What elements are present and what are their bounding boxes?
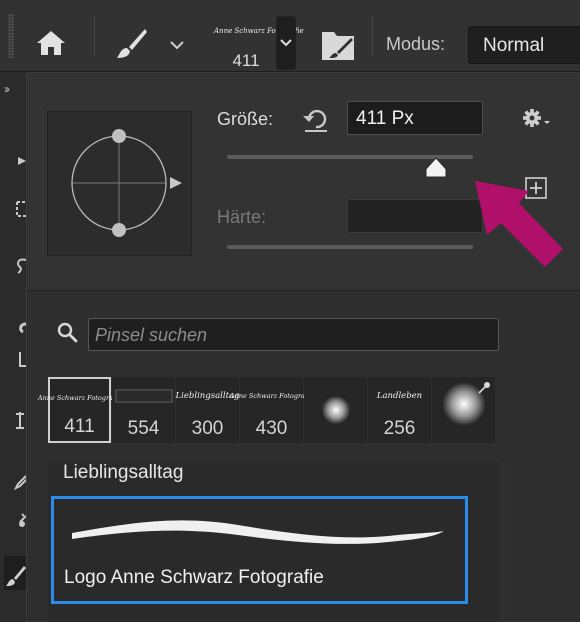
options-bar-grip[interactable]	[8, 14, 14, 58]
tool-preset-dropdown[interactable]	[168, 36, 186, 54]
brush-preset-preview[interactable]: Anne Schwarz Fotografie	[214, 27, 304, 35]
brush-preset-preview-text: Landleben	[376, 391, 423, 401]
brush-settings-area: Größe: 411 Px Härte:	[27, 73, 580, 291]
photoshop-window: Anne Schwarz Fotografie 411 Modus: Norma…	[0, 0, 580, 622]
quick-selection-tool-icon[interactable]	[14, 318, 26, 336]
pressure-pen-icon	[478, 382, 490, 394]
brush-preset-settings-menu[interactable]	[521, 107, 553, 131]
soft-round-brush-preview	[304, 395, 367, 425]
brush-preset-cell[interactable]: Anne Schwarz Fotografie 430	[230, 377, 313, 443]
brush-icon	[117, 29, 147, 58]
brush-settings-panel-button[interactable]	[318, 26, 358, 64]
brush-preset-preview: Anne Schwarz Fotografie	[38, 383, 121, 413]
blend-mode-select[interactable]: Normal	[468, 26, 580, 64]
chevron-down-icon	[280, 39, 292, 47]
crop-tool-icon[interactable]	[14, 352, 26, 370]
brush-stroke-preview	[72, 520, 444, 544]
brush-tool-active-icon[interactable]	[4, 556, 26, 590]
brush-settings-folder-icon	[322, 32, 354, 60]
brush-preset-preview: Landleben	[368, 381, 431, 411]
size-slider-thumb[interactable]	[425, 157, 447, 179]
brush-list-scrollbar[interactable]	[500, 462, 508, 622]
chevron-down-icon	[170, 41, 184, 50]
brush-angle-preview	[71, 129, 182, 237]
brush-preset-preview	[112, 381, 175, 411]
brush-angle-roundness-widget[interactable]	[47, 111, 192, 256]
home-icon	[37, 31, 65, 55]
brush-preset-preview-text: Anne Schwarz Fotografie	[229, 392, 314, 400]
annotation-arrow-icon	[475, 181, 563, 267]
lasso-tool-icon[interactable]	[14, 256, 26, 274]
eyedropper-tool-icon[interactable]	[14, 472, 26, 490]
brush-list-item[interactable]: Lieblingsalltag	[63, 462, 183, 484]
brush-preset-size: 430	[255, 418, 288, 439]
brush-preset-size: 411	[232, 51, 260, 70]
brush-preset-cell[interactable]	[432, 377, 495, 443]
brush-search-input[interactable]: Pinsel suchen	[88, 318, 499, 351]
brush-list-item-selected[interactable]: Logo Anne Schwarz Fotografie	[51, 496, 468, 604]
brush-preset-cell[interactable]: Landleben 256	[368, 377, 431, 443]
brush-preset-picker: Größe: 411 Px Härte: Pinsel suchen Anne …	[26, 72, 580, 622]
move-tool-icon[interactable]	[14, 152, 26, 170]
gear-icon	[523, 109, 550, 127]
brush-preset-preview-text: Anne Schwarz Fotografie	[37, 394, 122, 402]
brush-list-item-label: Logo Anne Schwarz Fotografie	[64, 567, 324, 588]
brush-preset-cell[interactable]: Lieblingsalltag 300	[176, 377, 240, 443]
collapse-panel-icon[interactable]: ››	[4, 82, 10, 96]
options-bar: Anne Schwarz Fotografie 411 Modus: Norma…	[0, 0, 580, 72]
home-button[interactable]	[34, 28, 68, 58]
marquee-tool-icon[interactable]	[14, 200, 26, 218]
size-label: Größe:	[217, 109, 274, 129]
reset-rotate-icon	[303, 109, 327, 132]
reset-size-button[interactable]	[301, 107, 331, 133]
brush-tool-button[interactable]	[114, 26, 150, 62]
hardness-slider-track[interactable]	[227, 245, 473, 249]
brush-preset-cell[interactable]: 554	[112, 377, 175, 443]
toolbar-divider	[372, 16, 373, 56]
brush-preset-preview: Anne Schwarz Fotografie	[230, 381, 313, 411]
brush-preset-size: 300	[191, 418, 224, 439]
mode-label: Modus:	[386, 34, 446, 54]
recent-brushes-grid: Anne Schwarz Fotografie 411 554 Liebling…	[38, 377, 500, 443]
brush-preset-cell[interactable]	[304, 377, 367, 443]
tools-panel: ››	[0, 72, 26, 622]
frame-tool-icon[interactable]	[14, 412, 26, 430]
brush-preset-size: 256	[383, 418, 416, 439]
brush-preset-picker-toggle[interactable]	[276, 16, 296, 70]
hardness-input[interactable]	[347, 199, 483, 233]
search-icon	[57, 322, 78, 343]
slider-thumb-icon	[425, 157, 447, 178]
hardness-label: Härte:	[217, 207, 267, 227]
brush-preset-cell[interactable]: Anne Schwarz Fotografie 411	[38, 377, 121, 443]
brush-preset-size: 554	[127, 418, 160, 439]
toolbar-divider	[94, 16, 95, 56]
size-input[interactable]: 411 Px	[347, 101, 483, 135]
brush-preset-size: 411	[64, 416, 95, 437]
healing-brush-tool-icon[interactable]	[14, 512, 26, 530]
brush-list: Lieblingsalltag Logo Anne Schwarz Fotogr…	[48, 462, 500, 622]
